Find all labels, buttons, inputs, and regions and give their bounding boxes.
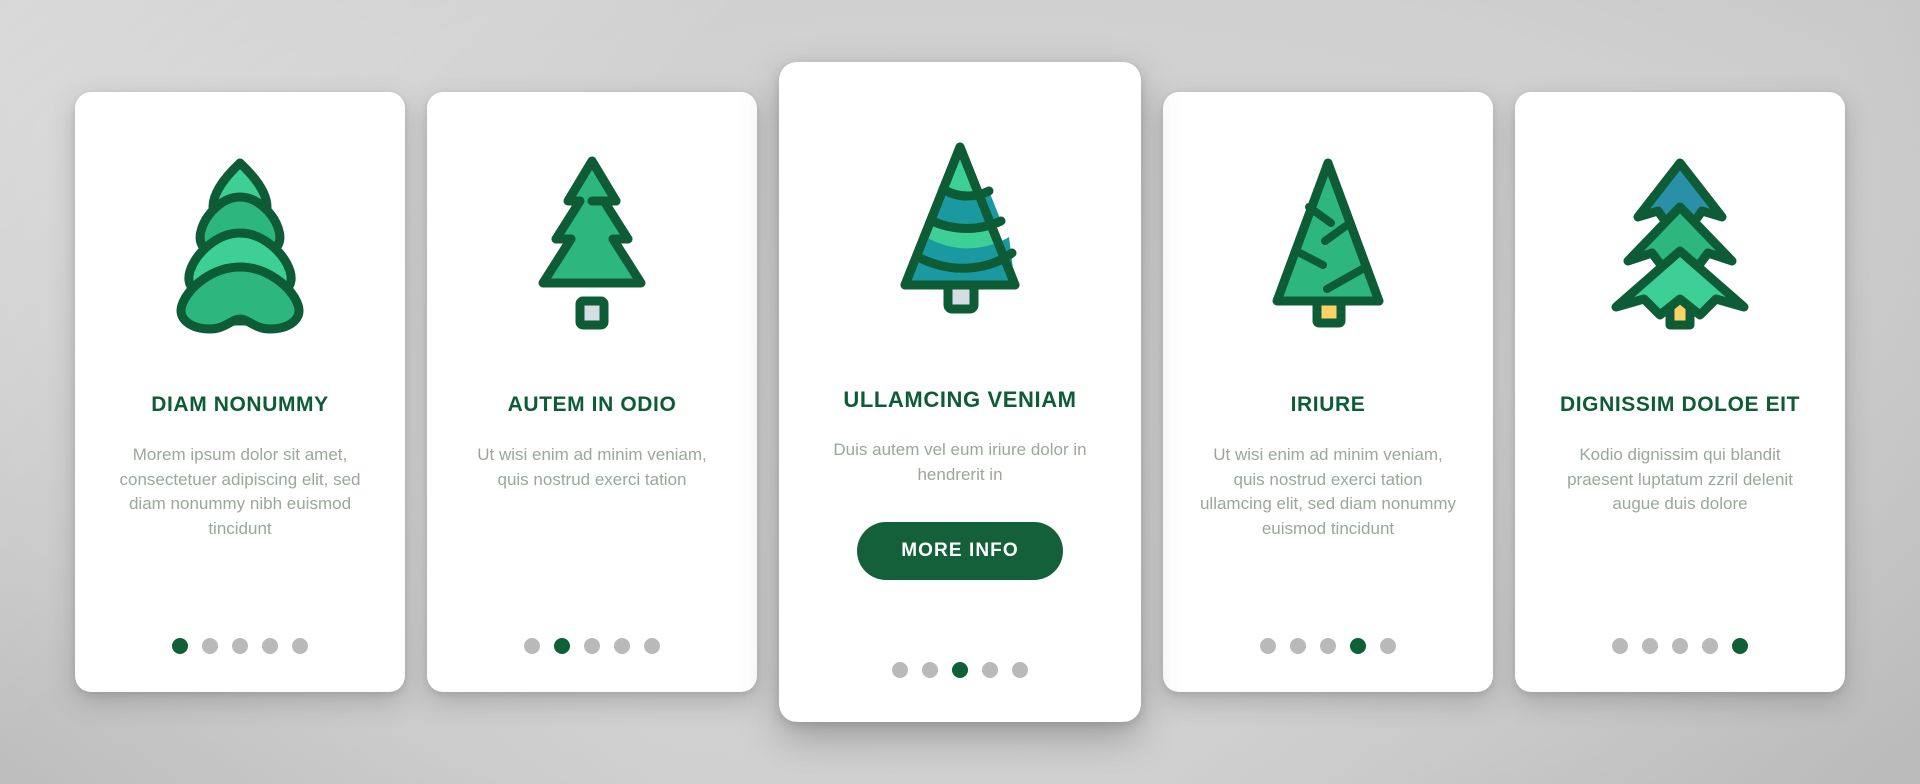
card-title: IRIURE [1290, 393, 1366, 416]
pagination-dot-2[interactable] [1290, 638, 1306, 654]
card-title: DIAM NONUMMY [151, 393, 329, 416]
pagination-dot-1[interactable] [1260, 638, 1276, 654]
pagination-dot-1[interactable] [892, 662, 908, 678]
card-title: ULLAMCING VENIAM [843, 387, 1077, 412]
pagination-dot-5[interactable] [644, 638, 660, 654]
pagination-dot-4[interactable] [1350, 638, 1366, 654]
pagination-dots [1163, 638, 1493, 654]
pagination-dot-4[interactable] [262, 638, 278, 654]
card-title: AUTEM IN ODIO [507, 393, 677, 416]
card-body-text: Duis autem vel eum iriure dolor in hendr… [833, 440, 1087, 484]
pagination-dot-1[interactable] [1612, 638, 1628, 654]
onboarding-card-4[interactable]: IRIURE Ut wisi enim ad minim veniam, qui… [1163, 92, 1493, 692]
card-body-text: Morem ipsum dolor sit amet, consectetuer… [119, 445, 361, 539]
pagination-dots [779, 662, 1141, 678]
onboarding-card-3-featured[interactable]: ULLAMCING VENIAM Duis autem vel eum iriu… [779, 62, 1141, 722]
pagination-dot-4[interactable] [1702, 638, 1718, 654]
pagination-dot-3[interactable] [584, 638, 600, 654]
onboarding-card-5[interactable]: DIGNISSIM DOLOE EIT Kodio dignissim qui … [1515, 92, 1845, 692]
zigzag-spruce-tree-icon [1611, 158, 1749, 329]
onboarding-card-2[interactable]: AUTEM IN ODIO Ut wisi enim ad minim veni… [427, 92, 757, 692]
pagination-dot-3[interactable] [1672, 638, 1688, 654]
pagination-dot-1[interactable] [524, 638, 540, 654]
banded-cone-tree-icon [900, 142, 1020, 313]
pagination-dot-1[interactable] [172, 638, 188, 654]
pagination-dot-3[interactable] [1320, 638, 1336, 654]
pagination-dot-5[interactable] [1012, 662, 1028, 678]
pagination-dot-3[interactable] [232, 638, 248, 654]
pagination-dot-5[interactable] [1380, 638, 1396, 654]
card-icon-container [801, 102, 1119, 357]
pagination-dot-3[interactable] [952, 662, 968, 678]
pagination-dot-2[interactable] [1642, 638, 1658, 654]
card-title: DIGNISSIM DOLOE EIT [1559, 393, 1801, 416]
pagination-dot-5[interactable] [292, 638, 308, 654]
pagination-dot-2[interactable] [202, 638, 218, 654]
pagination-dots [427, 638, 757, 654]
layered-fir-tree-icon [176, 158, 304, 333]
onboarding-card-1[interactable]: DIAM NONUMMY Morem ipsum dolor sit amet,… [75, 92, 405, 692]
pagination-dots [1515, 638, 1845, 654]
pagination-dots [75, 638, 405, 654]
more-info-button[interactable]: MORE INFO [857, 521, 1063, 580]
card-body-text: Ut wisi enim ad minim veniam, quis nostr… [1199, 445, 1457, 539]
pagination-dot-2[interactable] [922, 662, 938, 678]
card-body-text: Kodio dignissim qui blandit praesent lup… [1567, 445, 1793, 514]
card-body-text: Ut wisi enim ad minim veniam, quis nostr… [477, 445, 707, 489]
pagination-dot-4[interactable] [982, 662, 998, 678]
onboarding-carousel: DIAM NONUMMY Morem ipsum dolor sit amet,… [0, 0, 1920, 784]
card-icon-container [449, 126, 735, 361]
pagination-dot-2[interactable] [554, 638, 570, 654]
card-icon-container [97, 126, 383, 361]
card-icon-container [1537, 126, 1823, 361]
pointed-pine-tree-icon [538, 156, 646, 329]
triangle-branch-tree-icon [1272, 158, 1384, 327]
pagination-dot-5[interactable] [1732, 638, 1748, 654]
pagination-dot-4[interactable] [614, 638, 630, 654]
card-icon-container [1185, 126, 1471, 361]
